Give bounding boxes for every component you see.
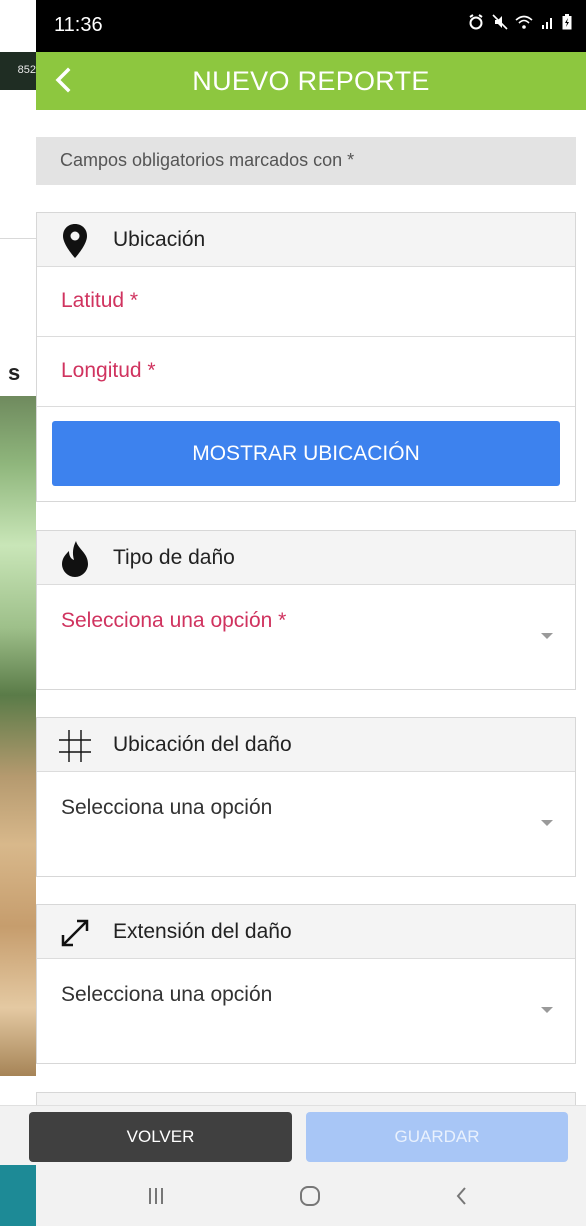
background-strip: 852 — [0, 52, 36, 90]
damage-extent-select-value: Selecciona una opción — [61, 983, 273, 1006]
chevron-down-icon — [541, 633, 553, 639]
location-card-header: Ubicación — [37, 213, 575, 267]
battery-icon — [562, 13, 572, 30]
background-app-edge: 852 s — [0, 0, 36, 1226]
alarm-icon — [469, 13, 483, 30]
damage-extent-card-title: Extensión del daño — [113, 920, 292, 943]
background-strip-text: 852 — [17, 64, 36, 76]
location-card: Ubicación Latitud * Longitud * MOSTRAR U… — [36, 212, 576, 502]
chevron-down-icon — [541, 820, 553, 826]
damage-type-card-title: Tipo de daño — [113, 546, 235, 569]
damage-location-card-header: Ubicación del daño — [37, 718, 575, 772]
longitude-label: Longitud * — [61, 359, 156, 382]
damage-extent-card: Extensión del daño Selecciona una opción — [36, 904, 576, 1064]
damage-location-select-value: Selecciona una opción — [61, 796, 273, 819]
flame-icon — [57, 541, 93, 577]
system-nav-bar — [36, 1165, 586, 1226]
background-photo — [0, 396, 36, 1076]
location-card-title: Ubicación — [113, 228, 206, 251]
background-divider — [0, 238, 36, 239]
show-location-button[interactable]: MOSTRAR UBICACIÓN — [52, 421, 560, 486]
damage-location-select[interactable]: Selecciona una opción — [37, 772, 575, 876]
longitude-field[interactable]: Longitud * — [37, 337, 575, 407]
status-time: 11:36 — [54, 14, 103, 36]
mute-icon — [492, 14, 508, 30]
guardar-button[interactable]: GUARDAR — [306, 1112, 568, 1162]
damage-type-select-value: Selecciona una opción * — [61, 609, 287, 632]
volver-button[interactable]: VOLVER — [29, 1112, 292, 1162]
status-bar: 11:36 — [36, 0, 586, 52]
recent-apps-icon — [149, 1188, 163, 1204]
status-icons — [468, 13, 572, 31]
damage-type-card: Tipo de daño Selecciona una opción * — [36, 530, 576, 690]
signal-icon — [541, 17, 552, 29]
damage-extent-card-header: Extensión del daño — [37, 905, 575, 959]
form-action-bar: VOLVER GUARDAR — [0, 1105, 586, 1165]
damage-extent-select[interactable]: Selecciona una opción — [37, 959, 575, 1063]
page-title: NUEVO REPORTE — [192, 66, 430, 96]
background-heading-fragment: s — [8, 360, 21, 385]
latitude-field[interactable]: Latitud * — [37, 267, 575, 337]
map-pin-icon — [57, 223, 93, 259]
grid-icon — [57, 728, 93, 764]
damage-location-card: Ubicación del daño Selecciona una opción — [36, 717, 576, 877]
damage-type-card-header: Tipo de daño — [37, 531, 575, 585]
damage-type-select[interactable]: Selecciona una opción * — [37, 585, 575, 689]
recent-apps-button[interactable] — [136, 1179, 176, 1213]
back-arrow-icon — [456, 1187, 466, 1205]
chevron-down-icon — [541, 1007, 553, 1013]
next-card-partial — [36, 1092, 576, 1105]
expand-arrow-icon — [57, 915, 93, 951]
system-back-button[interactable] — [442, 1179, 482, 1213]
app-header: NUEVO REPORTE — [36, 52, 586, 110]
home-button[interactable] — [290, 1179, 330, 1213]
report-form[interactable]: Campos obligatorios marcados con * Ubica… — [36, 110, 586, 1105]
wifi-icon — [515, 15, 533, 29]
required-fields-note: Campos obligatorios marcados con * — [36, 137, 576, 185]
latitude-label: Latitud * — [61, 289, 139, 312]
home-icon — [300, 1186, 320, 1206]
damage-location-card-title: Ubicación del daño — [113, 733, 292, 756]
